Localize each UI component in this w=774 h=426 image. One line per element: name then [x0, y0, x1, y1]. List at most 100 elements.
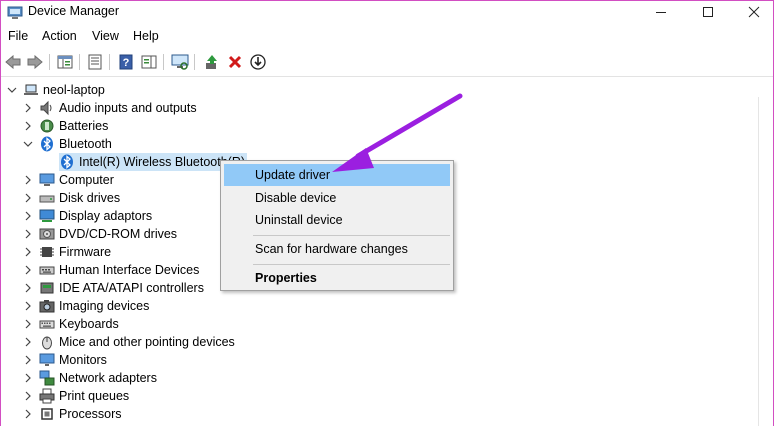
- context-menu-separator: [253, 264, 450, 265]
- chevron-right-icon[interactable]: [23, 247, 33, 257]
- close-button[interactable]: [731, 1, 774, 23]
- properties-icon[interactable]: [85, 52, 105, 72]
- tree-item-intel-bluetooth[interactable]: Intel(R) Wireless Bluetooth(R): [59, 153, 248, 171]
- tree-item-label: Bluetooth: [59, 137, 112, 151]
- battery-icon: [40, 119, 54, 133]
- tree-item-keyboards[interactable]: Keyboards: [23, 315, 119, 333]
- tree-item-label: Disk drives: [59, 191, 121, 205]
- bluetooth-icon: [61, 154, 73, 170]
- menu-view[interactable]: View: [90, 29, 121, 43]
- tree-item-bluetooth[interactable]: Bluetooth: [23, 135, 112, 153]
- ide-controller-icon: [40, 282, 54, 294]
- forward-icon[interactable]: [25, 52, 45, 72]
- scan-hardware-menu-item[interactable]: Scan for hardware changes: [224, 238, 450, 260]
- minimize-button[interactable]: [638, 1, 684, 23]
- title-bar[interactable]: Device Manager: [1, 1, 773, 23]
- menu-bar: File Action View Help: [1, 27, 773, 47]
- tree-item-network-adapters[interactable]: Network adapters: [23, 369, 157, 387]
- tree-item-monitors[interactable]: Monitors: [23, 351, 107, 369]
- toolbar-separator: [109, 54, 110, 70]
- device-manager-app-icon: [7, 4, 23, 20]
- keyboard-icon: [39, 320, 55, 329]
- chevron-right-icon[interactable]: [23, 391, 33, 401]
- update-driver-icon[interactable]: [202, 52, 222, 72]
- chevron-right-icon[interactable]: [23, 283, 33, 293]
- tree-item-label: Print queues: [59, 389, 130, 403]
- context-menu: Update driver Disable device Uninstall d…: [220, 160, 454, 291]
- tree-item-audio[interactable]: Audio inputs and outputs: [23, 99, 197, 117]
- back-icon[interactable]: [3, 52, 23, 72]
- device-manager-window: Device Manager File Action View Help ? n…: [0, 0, 774, 426]
- chevron-right-icon[interactable]: [23, 229, 33, 239]
- hid-icon: [39, 266, 55, 275]
- vertical-scrollbar[interactable]: [758, 97, 773, 426]
- camera-icon: [39, 300, 55, 313]
- toolbar-separator: [79, 54, 80, 70]
- tree-item-label: Firmware: [59, 245, 112, 259]
- chevron-right-icon[interactable]: [23, 337, 33, 347]
- maximize-button[interactable]: [685, 1, 731, 23]
- display-adapter-icon: [39, 209, 55, 222]
- tree-item-label: Audio inputs and outputs: [59, 101, 197, 115]
- chevron-right-icon[interactable]: [23, 301, 33, 311]
- tree-item-label: Imaging devices: [59, 299, 150, 313]
- download-icon[interactable]: [248, 52, 268, 72]
- svg-text:?: ?: [123, 57, 130, 69]
- tree-item-label: IDE ATA/ATAPI controllers: [59, 281, 204, 295]
- tree-item-imaging[interactable]: Imaging devices: [23, 297, 149, 315]
- menu-action[interactable]: Action: [40, 29, 79, 43]
- chevron-right-icon[interactable]: [23, 355, 33, 365]
- tree-item-label: Keyboards: [59, 317, 119, 331]
- tree-item-hid[interactable]: Human Interface Devices: [23, 261, 199, 279]
- chevron-right-icon[interactable]: [23, 265, 33, 275]
- menu-file[interactable]: File: [6, 29, 30, 43]
- chevron-right-icon[interactable]: [23, 175, 33, 185]
- menu-help[interactable]: Help: [131, 29, 161, 43]
- tree-item-print-queues[interactable]: Print queues: [23, 387, 129, 405]
- tree-item-batteries[interactable]: Batteries: [23, 117, 108, 135]
- uninstall-device-menu-item[interactable]: Uninstall device: [224, 209, 450, 231]
- toolbar-separator: [49, 54, 50, 70]
- window-title: Device Manager: [28, 4, 120, 18]
- chevron-right-icon[interactable]: [23, 373, 33, 383]
- tree-item-firmware[interactable]: Firmware: [23, 243, 111, 261]
- tree-item-ide-controllers[interactable]: IDE ATA/ATAPI controllers: [23, 279, 204, 297]
- tree-item-label: Monitors: [59, 353, 107, 367]
- dvd-drive-icon: [39, 228, 55, 240]
- chevron-right-icon[interactable]: [23, 193, 33, 203]
- chevron-right-icon[interactable]: [23, 319, 33, 329]
- chevron-right-icon[interactable]: [23, 103, 33, 113]
- firmware-icon: [40, 247, 54, 257]
- show-hide-console-tree-icon[interactable]: [55, 52, 75, 72]
- tree-root[interactable]: neol-laptop: [7, 81, 105, 99]
- tree-item-processors[interactable]: Processors: [23, 405, 122, 423]
- properties-menu-item[interactable]: Properties: [224, 267, 450, 289]
- chevron-right-icon[interactable]: [23, 211, 33, 221]
- bluetooth-icon: [41, 136, 53, 152]
- tree-item-disk-drives[interactable]: Disk drives: [23, 189, 120, 207]
- chevron-down-icon[interactable]: [7, 85, 17, 95]
- disable-device-menu-item[interactable]: Disable device: [224, 187, 450, 209]
- tree-item-computer[interactable]: Computer: [23, 171, 114, 189]
- action-pane-icon[interactable]: [139, 52, 159, 72]
- chevron-down-icon[interactable]: [23, 139, 33, 149]
- chevron-right-icon[interactable]: [23, 121, 33, 131]
- toolbar-divider: [1, 76, 773, 77]
- tree-item-mice[interactable]: Mice and other pointing devices: [23, 333, 235, 351]
- monitor-icon: [39, 353, 55, 366]
- tree-item-label: Network adapters: [59, 371, 157, 385]
- tree-item-dvd-drives[interactable]: DVD/CD-ROM drives: [23, 225, 177, 243]
- help-icon[interactable]: ?: [116, 52, 136, 72]
- chevron-right-icon[interactable]: [23, 409, 33, 419]
- disk-drive-icon: [39, 195, 55, 203]
- scan-hardware-icon[interactable]: [170, 52, 190, 72]
- update-driver-menu-item[interactable]: Update driver: [224, 164, 450, 186]
- tree-root-label: neol-laptop: [43, 83, 105, 97]
- printer-icon: [39, 388, 55, 404]
- tree-item-label: DVD/CD-ROM drives: [59, 227, 178, 241]
- tree-item-label: Display adaptors: [59, 209, 153, 223]
- laptop-icon: [24, 84, 38, 95]
- uninstall-icon[interactable]: [225, 52, 245, 72]
- context-menu-separator: [253, 235, 450, 236]
- tree-item-display-adaptors[interactable]: Display adaptors: [23, 207, 152, 225]
